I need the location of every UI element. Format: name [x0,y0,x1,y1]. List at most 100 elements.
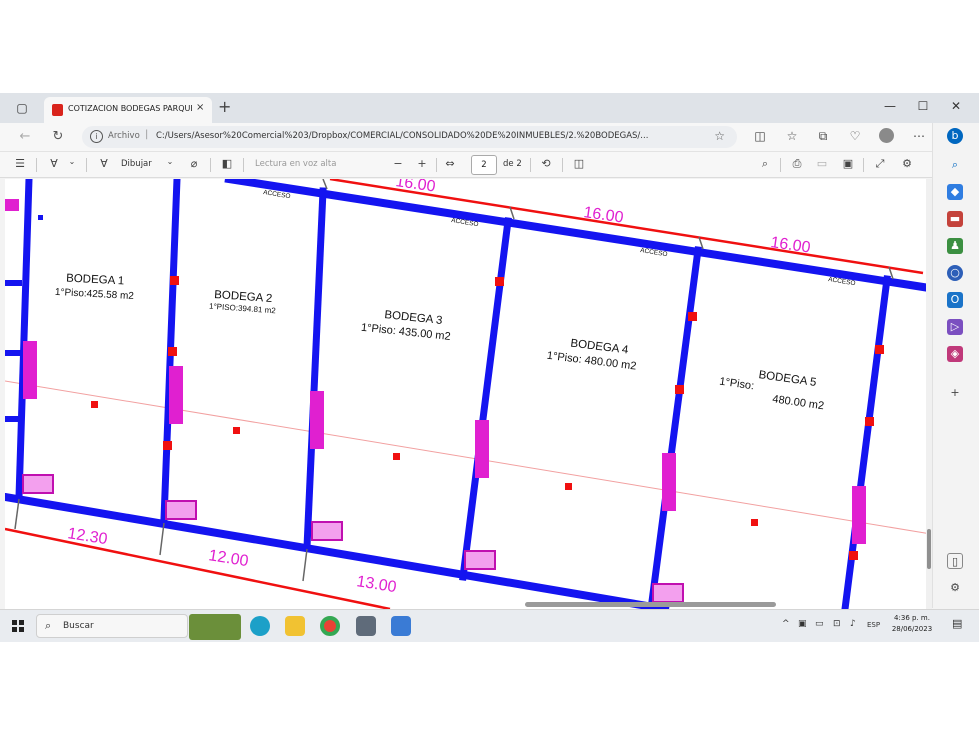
language-indicator[interactable]: ESP [867,621,880,629]
volume-icon[interactable]: ♪ [850,619,856,629]
taskbar-search[interactable]: ⌕ Buscar [36,614,188,638]
tab-title: COTIZACION BODEGAS PARQUE [68,104,192,113]
chrome-app-icon[interactable] [320,616,340,636]
minimize-button[interactable]: — [880,99,900,113]
vertical-scroll-thumb[interactable] [927,529,931,569]
wall-3 [303,187,327,551]
favorite-star-icon[interactable]: ☆ [714,129,725,143]
more-options-icon[interactable]: ⋯ [911,129,927,143]
save-icon[interactable]: ▭ [814,157,830,170]
bottom-wall [5,492,670,609]
column [168,347,177,356]
column [170,276,179,285]
calculator-icon[interactable] [356,616,376,636]
toolbar-divider [210,158,211,172]
url-text[interactable]: C:/Users/Asesor%20Comercial%203/Dropbox/… [156,131,676,141]
highlight-dropdown-icon[interactable]: ⌄ [64,157,80,166]
drop-icon[interactable]: ▷ [947,319,963,335]
fixture [464,550,496,570]
address-bar[interactable]: i Archivo | C:/Users/Asesor%20Comercial%… [82,126,737,148]
eraser-icon[interactable]: ⌀ [186,157,202,170]
page-view-icon[interactable]: ◫ [571,157,587,170]
settings-gear-icon[interactable]: ⚙ [899,157,915,170]
network-icon[interactable]: ⊡ [833,619,841,629]
photos-app-icon[interactable] [391,616,411,636]
windows-start-icon[interactable] [12,620,24,632]
fixture [165,500,197,520]
refresh-icon[interactable]: ↻ [50,129,66,144]
games-icon[interactable]: ♟ [947,238,963,254]
zoom-in-button[interactable]: + [414,157,430,170]
tab-close-icon[interactable]: × [196,102,204,113]
save-as-icon[interactable]: ▣ [840,157,856,170]
sidebar-settings-icon[interactable]: ⚙ [947,580,963,596]
wall-4 [459,217,512,581]
toolbar-divider [243,158,244,172]
pdf-canvas[interactable]: BODEGA 1 1°Piso:425.58 m2 BODEGA 2 1°PIS… [5,179,931,609]
close-window-button[interactable]: ✕ [946,99,966,113]
draw-icon[interactable]: ∀ [96,157,112,170]
add-text-icon[interactable]: ◧ [219,157,235,170]
horizontal-scroll-thumb[interactable] [525,602,776,607]
tag-icon[interactable]: ◆ [947,184,963,200]
door-marker [475,420,489,478]
tick [159,522,165,556]
fit-page-icon[interactable]: ⇔ [442,157,458,170]
sidebar-search-icon[interactable]: ⌕ [947,157,963,173]
back-arrow-icon[interactable]: ← [17,129,33,144]
maximize-button[interactable]: ☐ [913,99,933,113]
browser-essentials-icon[interactable]: ♡ [847,129,863,143]
file-explorer-icon[interactable] [285,616,305,636]
notifications-icon[interactable]: ▤ [952,617,962,630]
bodega-4-label: BODEGA 4 1°Piso: 480.00 m2 [546,338,637,373]
vertical-scrollbar[interactable] [926,179,932,609]
column [688,312,697,321]
draw-dropdown-icon[interactable]: ⌄ [162,157,178,166]
print-icon[interactable]: ⎙ [789,157,805,171]
marker-square [38,215,43,220]
split-screen-icon[interactable]: ◫ [752,129,768,143]
profile-avatar[interactable] [879,128,894,143]
tray-overflow-icon[interactable]: ^ [782,619,790,629]
toolbar-divider [86,158,87,172]
search-icon[interactable]: ⌕ [757,157,773,171]
news-widget[interactable] [189,614,241,640]
zoom-out-button[interactable]: − [390,157,406,170]
edge-app-icon[interactable] [250,616,270,636]
screen: ▢ COTIZACION BODEGAS PARQUE × + — ☐ ✕ ← … [0,93,979,642]
microsoft-365-icon[interactable]: ○ [947,265,963,281]
fixture [311,521,343,541]
outlook-icon[interactable]: O [947,292,963,308]
door-marker [662,453,676,511]
navigation-bar: ← ↻ i Archivo | C:/Users/Asesor%20Comerc… [0,123,932,151]
read-aloud-button[interactable]: Lectura en voz alta [255,159,336,169]
add-sidebar-app-icon[interactable]: + [947,385,963,401]
fullscreen-icon[interactable]: ⤢ [872,157,888,171]
hide-sidebar-icon[interactable]: ▯ [947,553,963,569]
favorites-icon[interactable]: ☆ [784,129,800,143]
bing-chat-icon[interactable]: b [947,128,963,144]
new-tab-button[interactable]: + [218,97,231,116]
toolbox-icon[interactable]: ▬ [947,211,963,227]
door-marker [169,366,183,424]
column [233,427,240,434]
taskbar-clock[interactable]: 4:36 p. m. 28/06/2023 [886,613,938,635]
door-marker [5,199,19,211]
info-icon[interactable]: i [90,130,103,143]
highlight-icon[interactable]: ∀ [46,157,62,170]
tab-active[interactable]: COTIZACION BODEGAS PARQUE × [44,97,212,123]
floor-plan: BODEGA 1 1°Piso:425.58 m2 BODEGA 2 1°PIS… [5,179,931,609]
tray-app-icon[interactable]: ▣ [798,619,807,629]
collections-icon[interactable]: ⧉ [815,129,831,144]
designer-icon[interactable]: ◈ [947,346,963,362]
contents-icon[interactable]: ☰ [12,157,28,170]
tray-app-icon[interactable]: ▭ [815,619,824,629]
draw-button[interactable]: Dibujar [121,159,152,169]
toolbar-divider [562,158,563,172]
rotate-icon[interactable]: ⟲ [538,157,554,170]
tab-actions-icon[interactable]: ▢ [14,100,30,116]
top-dimension: 16.00 [582,204,624,226]
toolbar-divider [36,158,37,172]
horizontal-scrollbar[interactable] [5,599,926,609]
page-number-input[interactable]: 2 [471,155,497,175]
